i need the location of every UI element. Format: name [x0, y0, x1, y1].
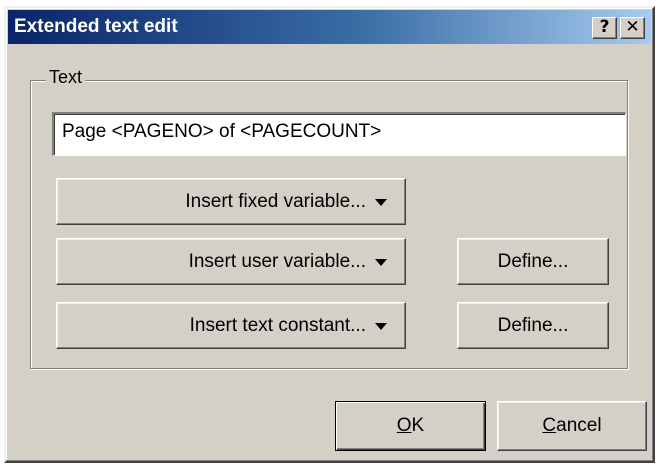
cancel-button[interactable]: Cancel — [497, 401, 647, 451]
text-input[interactable]: Page <PAGENO> of <PAGECOUNT> — [52, 112, 626, 156]
close-button[interactable]: ✕ — [620, 17, 645, 39]
define-text-constant-label: Define... — [497, 314, 569, 336]
cancel-button-label: Cancel — [542, 415, 602, 436]
title-bar[interactable]: Extended text edit ? ✕ — [8, 10, 651, 44]
insert-fixed-variable-label: Insert fixed variable... — [185, 190, 366, 212]
define-text-constant-button[interactable]: Define... — [457, 302, 609, 349]
insert-user-variable-button[interactable]: Insert user variable... — [56, 238, 406, 285]
dropdown-arrow-icon — [375, 323, 387, 330]
insert-user-variable-label: Insert user variable... — [188, 250, 366, 272]
define-user-variable-label: Define... — [497, 250, 569, 272]
dropdown-arrow-icon — [375, 259, 387, 266]
dropdown-arrow-icon — [375, 199, 387, 206]
insert-fixed-variable-button[interactable]: Insert fixed variable... — [56, 178, 406, 225]
text-group-label: Text — [46, 67, 86, 88]
window-title: Extended text edit — [14, 16, 178, 37]
insert-text-constant-button[interactable]: Insert text constant... — [56, 302, 406, 349]
help-button[interactable]: ? — [592, 17, 617, 39]
define-user-variable-button[interactable]: Define... — [457, 238, 609, 285]
ok-button-label: OK — [396, 415, 425, 436]
ok-button[interactable]: OK — [335, 401, 486, 451]
insert-text-constant-label: Insert text constant... — [189, 314, 366, 336]
